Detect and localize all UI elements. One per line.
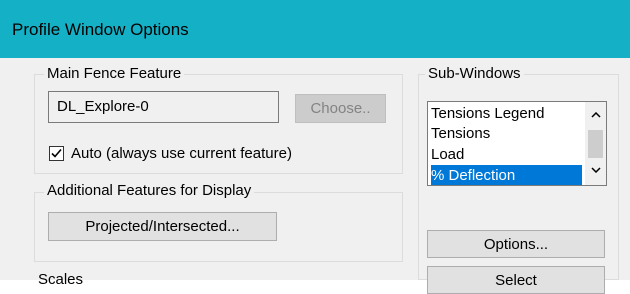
scroll-thumb[interactable] bbox=[588, 130, 603, 158]
scroll-up-arrow-icon[interactable] bbox=[585, 107, 606, 124]
main-fence-feature-field[interactable]: DL_Explore-0 bbox=[48, 91, 279, 123]
auto-checkbox[interactable] bbox=[49, 146, 64, 161]
projected-intersected-button[interactable]: Projected/Intersected... bbox=[48, 212, 277, 241]
title-bar[interactable]: Profile Window Options bbox=[0, 0, 630, 58]
list-item[interactable]: Tensions bbox=[431, 123, 490, 144]
checkmark-icon bbox=[51, 148, 62, 158]
select-button[interactable]: Select bbox=[427, 266, 605, 294]
sub-windows-listbox[interactable]: Tensions Legend Tensions Load % Deflecti… bbox=[427, 101, 607, 186]
list-item-selected[interactable]: % Deflection bbox=[431, 165, 582, 185]
main-fence-group-label: Main Fence Feature bbox=[44, 66, 185, 82]
list-item[interactable]: Tensions Legend bbox=[431, 103, 544, 124]
additional-features-group-label: Additional Features for Display bbox=[44, 183, 255, 199]
list-item[interactable]: Load bbox=[431, 144, 464, 165]
main-fence-feature-value: DL_Explore-0 bbox=[57, 98, 149, 115]
choose-button[interactable]: Choose.. bbox=[295, 94, 386, 123]
listbox-scrollbar[interactable] bbox=[585, 102, 606, 185]
auto-checkbox-label[interactable]: Auto (always use current feature) bbox=[71, 145, 292, 162]
scroll-down-arrow-icon[interactable] bbox=[585, 162, 606, 179]
options-button[interactable]: Options... bbox=[427, 230, 605, 258]
window-title: Profile Window Options bbox=[12, 20, 189, 39]
sub-windows-group-label: Sub-Windows bbox=[425, 66, 524, 82]
